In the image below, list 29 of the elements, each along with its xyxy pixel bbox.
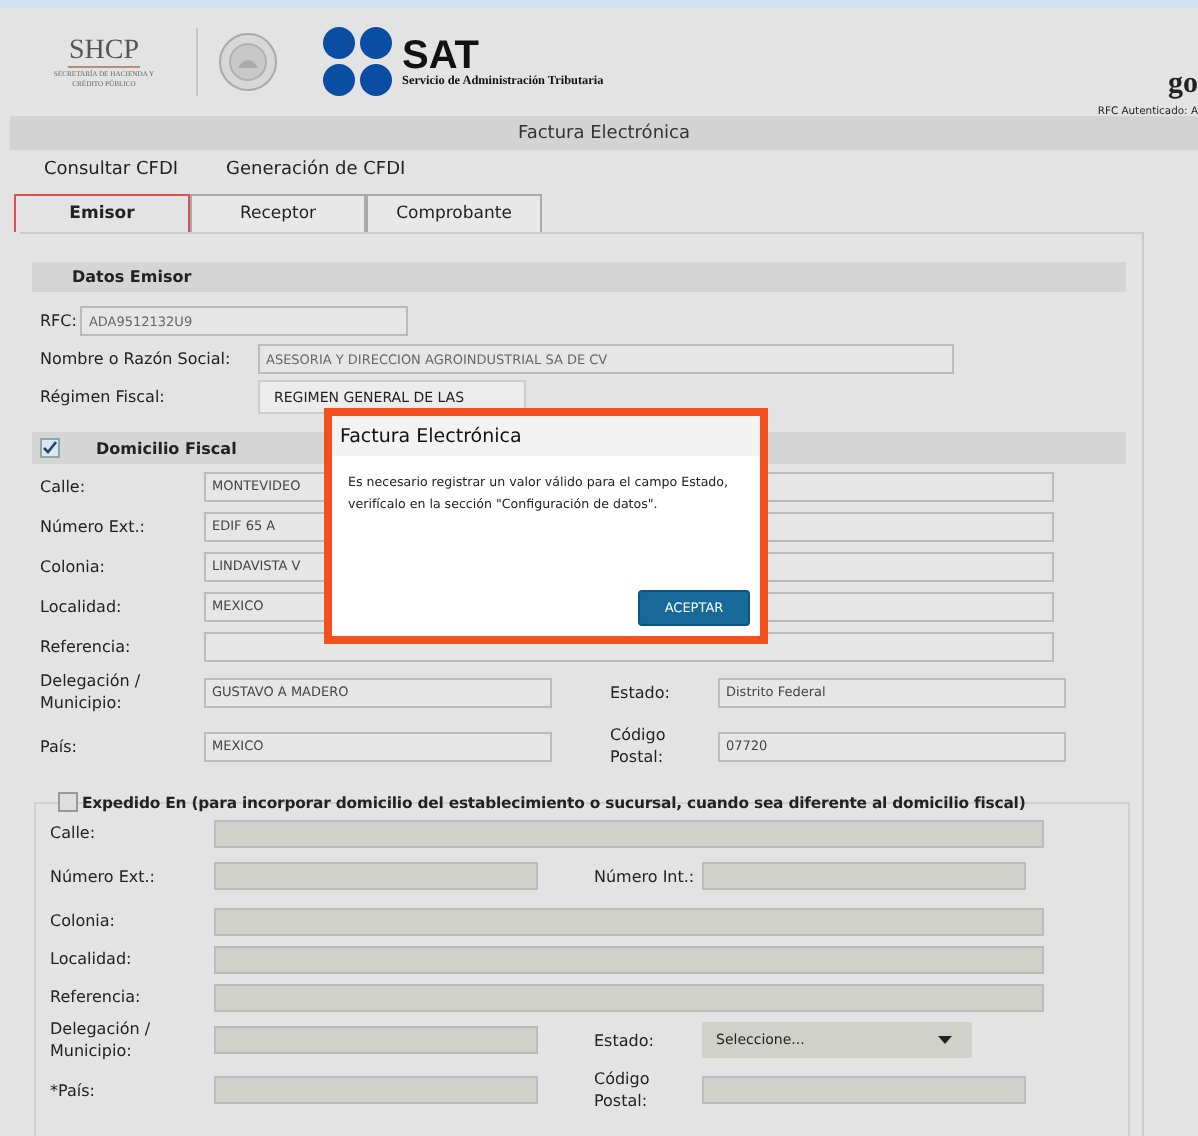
dialog-title: Factura Electrónica xyxy=(340,425,522,447)
field-label: Delegación / Municipio: xyxy=(40,670,143,714)
field-label: Régimen Fiscal: xyxy=(40,388,167,406)
page-title: Factura Electrónica xyxy=(517,123,690,143)
shcp-title: SHCP xyxy=(68,35,140,67)
field-label: Referencia: xyxy=(40,635,133,657)
field-label: Localidad: xyxy=(40,595,124,617)
field-label: Estado: xyxy=(594,1029,656,1051)
field-label: Nombre o Razón Social: xyxy=(40,350,233,368)
field-label: Calle: xyxy=(50,822,98,844)
section-title: Domicilio Fiscal xyxy=(96,439,237,457)
field-label: Colonia: xyxy=(40,555,107,577)
sat-title: SAT xyxy=(402,37,480,73)
field-label: Código Postal: xyxy=(594,1068,652,1112)
field-label: Delegación / Municipio: xyxy=(50,1018,153,1062)
field-label: Número Ext.: xyxy=(50,865,157,887)
field-label: País: xyxy=(40,735,79,757)
field-label: RFC: xyxy=(40,312,77,330)
field-label: Colonia: xyxy=(50,910,117,932)
field-label: *País: xyxy=(50,1079,97,1101)
header-text: go xyxy=(1168,68,1198,102)
section-title: Datos Emisor xyxy=(72,268,192,286)
field-label: Calle: xyxy=(40,475,88,497)
field-label: Localidad: xyxy=(50,948,134,970)
field-label: Estado: xyxy=(610,681,672,703)
field-label: Código Postal: xyxy=(610,724,668,768)
field-label: Número Ext.: xyxy=(40,515,147,537)
field-label: Referencia: xyxy=(50,986,143,1008)
field-label: Número Int.: xyxy=(594,865,697,887)
